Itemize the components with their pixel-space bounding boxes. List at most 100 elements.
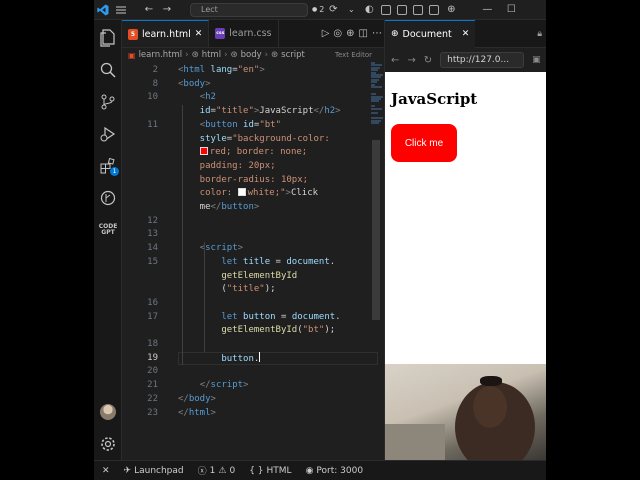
explorer-icon[interactable]	[98, 28, 118, 48]
extensions-icon[interactable]: 1	[98, 156, 119, 176]
color-swatch-icon[interactable]	[199, 147, 208, 156]
preview-globe-icon[interactable]: ⊕	[346, 28, 354, 39]
code-line[interactable]: red; border: none;	[122, 146, 372, 160]
menu-icon[interactable]	[112, 1, 130, 19]
breadcrumb-file[interactable]: learn.html	[139, 50, 183, 60]
toggle-secondary-sidebar-icon[interactable]	[413, 4, 424, 15]
code-token: padding: 20px;	[178, 160, 276, 171]
code-token: );	[324, 325, 336, 336]
code-line[interactable]: 16	[122, 297, 372, 311]
toggle-primary-sidebar-icon[interactable]	[381, 4, 392, 15]
live-server-port-item[interactable]: ◉ Port: 3000	[306, 466, 364, 476]
line-number: 22	[147, 393, 158, 404]
accounts-icon[interactable]: ◐	[360, 1, 378, 19]
source-control-icon[interactable]	[98, 92, 118, 112]
command-center-search[interactable]: Lect	[190, 2, 308, 17]
warning-icon: ⚠	[218, 465, 227, 476]
split-editor-icon[interactable]: ◫	[359, 28, 368, 39]
text-editor-label: Text Editor	[334, 51, 372, 59]
code-line[interactable]: style="background-color:	[122, 133, 372, 147]
code-token: .	[329, 256, 336, 267]
code-line[interactable]: me</button>	[122, 201, 372, 215]
code-token: >	[243, 380, 249, 391]
code-line[interactable]: getElementById("bt");	[122, 324, 372, 338]
maximize-icon[interactable]: ☐	[502, 1, 520, 19]
code-line[interactable]: ("title");	[122, 283, 372, 297]
url-bar[interactable]: http://127.0...	[440, 52, 525, 68]
browser-viewport: JavaScript Click me	[385, 72, 546, 460]
account-avatar-icon[interactable]	[98, 402, 118, 422]
reload-icon[interactable]: ↻	[424, 55, 432, 66]
preview-options-icon[interactable]: ▣	[532, 55, 541, 65]
run-icon[interactable]: ▷	[322, 28, 330, 39]
forward-icon[interactable]: →	[407, 55, 415, 66]
code-token: getElementById	[178, 270, 298, 281]
editor-tabs: 5 learn.html ✕ css learn.css ▷ ◎ ⊕ ◫ ⋯	[122, 20, 384, 48]
close-icon[interactable]: ✕	[195, 29, 203, 39]
codegpt-icon[interactable]: CODE GPT	[98, 220, 118, 240]
code-line[interactable]: 14 <script>	[122, 242, 372, 256]
forward-arrow-icon[interactable]: →	[158, 1, 176, 19]
code-line[interactable]: 15 let title = document.	[122, 256, 372, 270]
code-line[interactable]: 17 let button = document.	[122, 311, 372, 325]
code-line[interactable]: 22 </body>	[122, 393, 372, 407]
code-line[interactable]: 20	[122, 365, 372, 379]
close-icon[interactable]: ✕	[462, 29, 470, 39]
code-line[interactable]: color: white;">Click	[122, 187, 372, 201]
customize-layout-icon[interactable]	[429, 4, 440, 15]
copilot-icon[interactable]: ⟳	[324, 1, 342, 19]
tab-learn-css[interactable]: css learn.css	[209, 20, 279, 47]
notifications-count[interactable]: ● 2	[312, 5, 324, 14]
breadcrumb-body[interactable]: body	[241, 50, 262, 60]
line-number: 8	[152, 78, 158, 89]
tab-label: learn.html	[142, 28, 191, 40]
more-actions-icon[interactable]: ⋯	[372, 28, 382, 39]
minimize-icon[interactable]: —	[478, 1, 496, 19]
breadcrumb-html[interactable]: html	[202, 50, 221, 60]
code-token: document	[291, 311, 336, 322]
code-line[interactable]: 18	[122, 338, 372, 352]
braces-icon: { }	[249, 465, 264, 476]
code-token: </	[178, 393, 189, 404]
code-token: title	[237, 256, 271, 267]
run-debug-icon[interactable]	[98, 124, 118, 144]
code-line[interactable]: 10 <h2	[122, 91, 372, 105]
browser-preview-panel: ⊕ Document ✕ 🔒︎ ← → ↻ http://127.0... ▣ …	[384, 19, 546, 460]
code-token: button	[221, 202, 254, 212]
tab-learn-html[interactable]: 5 learn.html ✕	[122, 20, 210, 47]
settings-gear-icon[interactable]	[98, 434, 118, 454]
tab-label: Document	[402, 28, 452, 40]
code-editor[interactable]: 2 <html lang="en"> 8 <body> 10 <h2 id="title…	[122, 62, 384, 460]
problems-item[interactable]: ⓧ 1 ⚠ 0	[198, 464, 236, 478]
search-icon[interactable]	[98, 60, 118, 80]
lock-icon[interactable]: 🔒︎	[537, 29, 542, 39]
back-arrow-icon[interactable]: ←	[140, 1, 158, 19]
code-line[interactable]: getElementById	[122, 270, 372, 284]
timeline-icon[interactable]	[98, 188, 118, 208]
code-line[interactable]: border-radius: 10px;	[122, 174, 372, 188]
toggle-panel-icon[interactable]	[397, 4, 408, 15]
code-line[interactable]: 2 <html lang="en">	[122, 64, 372, 78]
color-swatch-icon[interactable]	[237, 188, 246, 197]
launchpad-item[interactable]: ✈ Launchpad	[124, 466, 184, 476]
globe-icon[interactable]: ⊕	[442, 1, 460, 19]
chevron-down-icon[interactable]: ⌄	[342, 1, 360, 19]
code-line[interactable]: id="title">JavaScript</h2>	[122, 105, 372, 119]
code-line[interactable]: 11 <button id="bt"	[122, 119, 372, 133]
code-line[interactable]: 23 </html>	[122, 407, 372, 421]
remote-icon[interactable]: ✕	[102, 466, 110, 476]
code-line[interactable]: 21 </script>	[122, 379, 372, 393]
code-line[interactable]: padding: 20px;	[122, 160, 372, 174]
broadcast-icon[interactable]: ◎	[333, 28, 342, 39]
code-line[interactable]: 12	[122, 215, 372, 229]
click-me-button[interactable]: Click me	[391, 124, 457, 162]
code-line[interactable]: 19 button.	[122, 351, 378, 366]
back-icon[interactable]: ←	[391, 55, 399, 66]
breadcrumb-script[interactable]: script	[281, 50, 305, 60]
language-mode-item[interactable]: { } HTML	[249, 466, 291, 476]
tab-document[interactable]: ⊕ Document ✕	[385, 19, 476, 48]
editor-scrollbar[interactable]	[372, 140, 380, 320]
code-line[interactable]: 13	[122, 228, 372, 242]
code-line[interactable]: 8 <body>	[122, 78, 372, 92]
line-number: 21	[147, 380, 158, 391]
